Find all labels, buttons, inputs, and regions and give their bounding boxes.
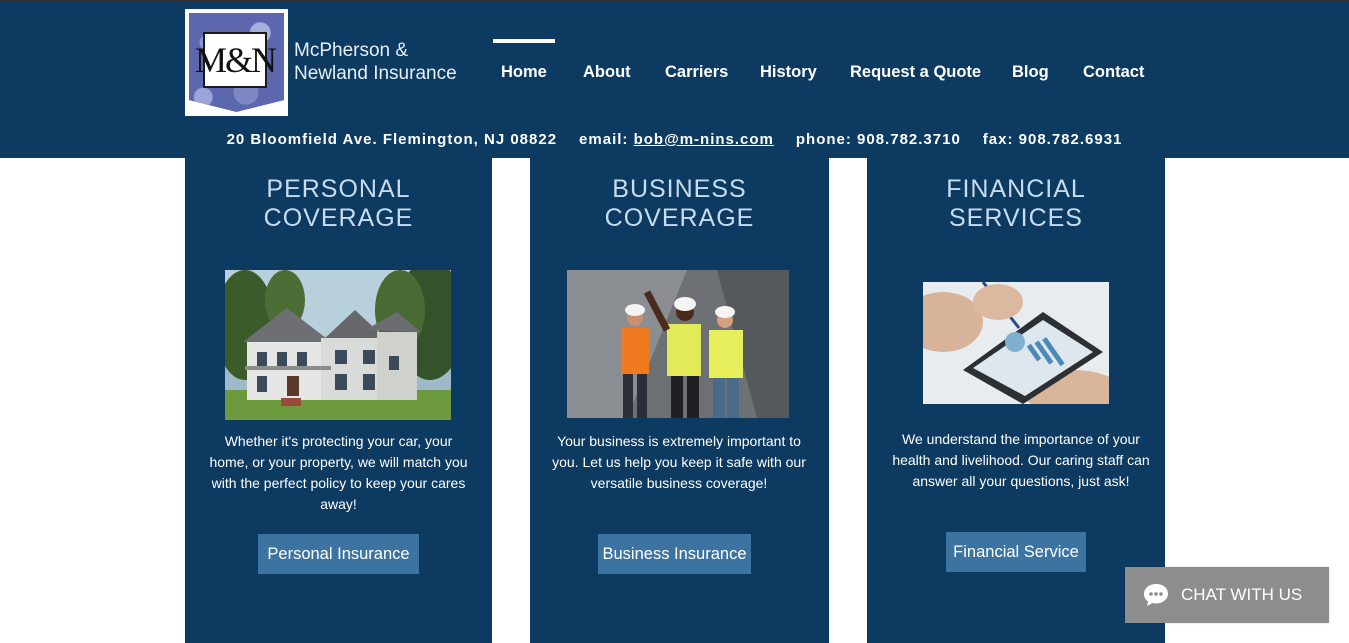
fax-text: fax: 908.782.6931 xyxy=(982,131,1123,148)
address-text: 20 Bloomfield Ave. Flemington, NJ 08822 xyxy=(226,131,558,148)
business-coverage-card: BUSINESS COVERAGE Your business is extre… xyxy=(530,158,829,643)
logo-emblem: M&N xyxy=(189,13,284,112)
contact-info: 20 Bloomfield Ave. Flemington, NJ 08822 e… xyxy=(0,131,1349,148)
card-title: BUSINESS COVERAGE xyxy=(530,175,829,233)
nav-item-carriers[interactable]: Carriers xyxy=(665,63,728,82)
card-title: PERSONAL COVERAGE xyxy=(185,175,492,233)
tablet-chart-photo xyxy=(923,282,1109,404)
nav-item-home[interactable]: Home xyxy=(501,63,547,82)
workers-photo xyxy=(567,270,789,418)
nav-item-blog[interactable]: Blog xyxy=(1012,63,1049,82)
email-link[interactable]: bob@m-nins.com xyxy=(634,131,774,148)
nav-item-about[interactable]: About xyxy=(583,63,631,82)
brand-name[interactable]: McPherson & Newland Insurance xyxy=(294,39,457,85)
business-insurance-button[interactable]: Business Insurance xyxy=(598,534,751,574)
house-photo xyxy=(225,270,451,420)
nav-item-history[interactable]: History xyxy=(760,63,817,82)
chat-bubble-icon xyxy=(1144,584,1168,606)
card-title-line1: FINANCIAL xyxy=(946,175,1086,203)
card-description: Your business is extremely important to … xyxy=(552,433,806,491)
card-title: FINANCIAL SERVICES xyxy=(867,175,1165,233)
chat-widget-button[interactable]: CHAT WITH US xyxy=(1125,567,1329,623)
nav-item-contact[interactable]: Contact xyxy=(1083,63,1144,82)
phone-text: phone: 908.782.3710 xyxy=(795,131,961,148)
email-label: email: xyxy=(579,131,629,148)
card-title-line2: SERVICES xyxy=(949,204,1083,232)
card-title-line2: COVERAGE xyxy=(263,204,414,232)
nav-active-indicator xyxy=(493,39,555,43)
card-title-line1: PERSONAL xyxy=(266,175,411,203)
financial-services-card: FINANCIAL SERVICES We understand the imp… xyxy=(867,158,1165,643)
financial-service-button[interactable]: Financial Service xyxy=(946,532,1086,572)
personal-insurance-button[interactable]: Personal Insurance xyxy=(258,534,419,574)
chat-label: CHAT WITH US xyxy=(1181,585,1303,604)
logo-text: M&N xyxy=(195,32,277,88)
logo[interactable]: M&N xyxy=(185,9,288,116)
personal-coverage-card: PERSONAL COVERAGE Whether it's protectin… xyxy=(185,158,492,643)
brand-name-line1: McPherson & xyxy=(294,40,409,61)
card-description: Whether it's protecting your car, your h… xyxy=(209,433,468,512)
brand-name-line2: Newland Insurance xyxy=(294,63,457,84)
card-description: We understand the importance of your hea… xyxy=(892,431,1150,489)
card-title-line1: BUSINESS xyxy=(612,175,747,203)
nav-item-request-quote[interactable]: Request a Quote xyxy=(850,63,981,82)
card-title-line2: COVERAGE xyxy=(604,204,755,232)
